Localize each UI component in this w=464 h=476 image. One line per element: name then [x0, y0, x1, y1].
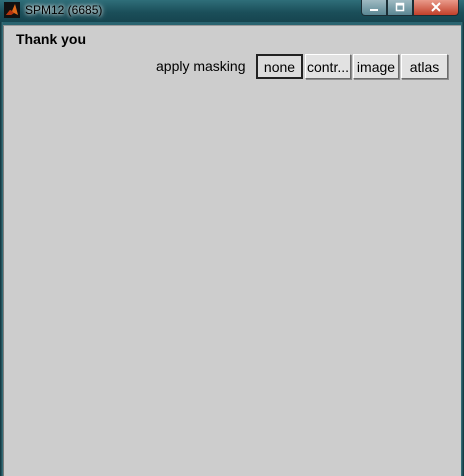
title-bar[interactable]: SPM12 (6685): [0, 0, 464, 22]
maximize-button[interactable]: [387, 0, 413, 16]
minimize-icon: [369, 1, 379, 15]
spm-window: SPM12 (6685) Thank you apply masking non…: [0, 0, 464, 476]
masking-image-button[interactable]: image: [353, 54, 399, 79]
masking-contrast-button[interactable]: contr...: [305, 54, 351, 79]
window-title: SPM12 (6685): [25, 3, 103, 17]
masking-none-button[interactable]: none: [256, 54, 303, 79]
heading-text: Thank you: [16, 31, 87, 47]
maximize-icon: [395, 1, 405, 15]
minimize-button[interactable]: [361, 0, 387, 16]
matlab-logo-icon: [4, 2, 20, 18]
masking-atlas-button[interactable]: atlas: [401, 54, 448, 79]
apply-masking-label: apply masking: [156, 58, 246, 74]
figure-panel: Thank you apply masking none contr... im…: [3, 25, 461, 476]
close-button[interactable]: [413, 0, 459, 16]
close-icon: [430, 1, 442, 15]
